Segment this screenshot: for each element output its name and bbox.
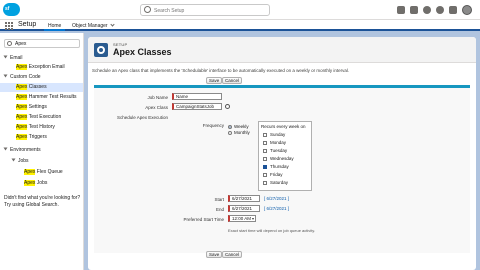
global-header: sf [0,0,480,20]
save-button-top[interactable]: Save [206,77,223,84]
global-search[interactable] [140,4,270,16]
apex-class-input[interactable]: CampaignStatsJob [172,103,222,110]
sidebar-group-custom-code[interactable]: Custom Code [0,73,83,82]
chevron-down-icon [3,55,8,59]
search-icon [7,41,12,46]
page-header: SETUP Apex Classes [88,37,476,63]
sidebar-group-environments[interactable]: Environments [0,146,83,155]
header-icons [397,5,472,15]
day-tuesday[interactable]: Tuesday [263,148,287,153]
day-sunday[interactable]: Sunday [263,132,285,137]
help-icon[interactable] [423,6,431,14]
job-name-label: Job Name [147,95,168,100]
chevron-down-icon [3,147,8,151]
avatar[interactable] [462,5,472,15]
chevron-down-icon [3,74,8,78]
sidebar-group-jobs[interactable]: Jobs [0,157,83,166]
nav-bar: Setup Home Object Manager [0,20,480,31]
frequency-monthly-option[interactable]: Monthly [228,130,250,135]
bell-icon[interactable] [449,6,457,14]
schedule-section-label: Schedule Apex Execution [116,115,168,120]
sidebar-item-apex-test-execution[interactable]: Apex Test Execution [0,113,83,122]
sidebar-help-text: Didn't find what you're looking for? Try… [4,195,82,209]
sidebar-item-apex-jobs[interactable]: Apex Jobs [0,179,83,188]
end-label: End [215,207,224,212]
quick-find-input[interactable]: Apex [4,39,80,48]
checkbox-tuesday[interactable] [263,148,267,153]
lookup-icon[interactable] [225,104,230,109]
sidebar-item-apex-test-history[interactable]: Apex Test History [0,123,83,132]
preferred-start-select[interactable]: 12:00 AM [228,215,256,222]
main-panel: SETUP Apex Classes Schedule an Apex clas… [88,37,476,270]
tab-object-manager-label: Object Manager [72,23,108,29]
end-date-today-link[interactable]: [ 6/27/2021 ] [264,206,289,211]
start-date-today-link[interactable]: [ 6/27/2021 ] [264,196,289,201]
quick-find-value: Apex [15,41,27,47]
apex-class-label: Apex Class [145,105,168,110]
chevron-down-icon [109,22,115,27]
tab-home[interactable]: Home [44,20,66,31]
apex-classes-icon [94,43,108,57]
page-intro: Schedule an Apex class that implements t… [92,68,350,73]
checkbox-monday[interactable] [263,140,267,145]
save-button-bottom[interactable]: Save [206,251,223,258]
favorites-icon[interactable] [397,6,405,14]
preferred-start-label: Preferred Start Time [183,217,224,222]
frequency-label: Frequency [202,123,224,128]
global-search-input[interactable] [154,6,264,15]
app-launcher-icon[interactable] [5,22,13,30]
cancel-button-bottom[interactable]: Cancel [222,251,243,258]
start-label: Start [214,197,224,202]
global-search-link[interactable]: Try using Global Search. [4,202,82,209]
job-name-input[interactable]: Name [172,93,222,100]
sidebar-group-email[interactable]: Email [0,54,83,63]
day-thursday[interactable]: Thursday [263,164,289,169]
end-date-input[interactable]: 6/27/2021 [228,205,260,212]
app-name: Setup [18,21,37,28]
checkbox-friday[interactable] [263,172,267,177]
setup-sidebar: Apex Email Apex Exception Email Custom C… [0,33,84,270]
radio-weekly[interactable] [228,124,232,129]
checkbox-sunday[interactable] [263,132,267,137]
gear-icon[interactable] [436,6,444,14]
sidebar-item-apex-flex-queue[interactable]: Apex Flex Queue [0,168,83,177]
page-title: Apex Classes [113,47,172,57]
checkbox-saturday[interactable] [263,180,267,185]
chevron-down-icon [252,218,254,220]
checkbox-wednesday[interactable] [263,156,267,161]
sidebar-item-apex-settings[interactable]: Apex Settings [0,103,83,112]
search-icon [144,6,151,13]
sidebar-item-apex-triggers[interactable]: Apex Triggers [0,133,83,142]
start-time-note: Exact start time will depend on job queu… [228,228,316,233]
sidebar-item-apex-exception-email[interactable]: Apex Exception Email [0,63,83,72]
recurs-label: Recurs every week on [261,124,306,129]
radio-monthly[interactable] [228,130,232,135]
sidebar-item-apex-classes[interactable]: Apex Classes [0,83,83,92]
tab-home-label: Home [48,23,62,29]
frequency-weekly-option[interactable]: Weekly [228,124,249,129]
schedule-form: Job Name Name Apex Class CampaignStatsJo… [94,85,470,253]
add-icon[interactable] [410,6,418,14]
day-monday[interactable]: Monday [263,140,286,145]
tab-object-manager[interactable]: Object Manager [68,20,118,31]
day-saturday[interactable]: Saturday [263,180,288,185]
day-wednesday[interactable]: Wednesday [263,156,294,161]
weekly-days-panel: Recurs every week on Sunday Monday Tuesd… [258,121,312,191]
cancel-button-top[interactable]: Cancel [222,77,243,84]
logo-text: sf [5,6,10,12]
start-date-input[interactable]: 6/27/2021 [228,195,260,202]
sidebar-item-apex-hammer-test-results[interactable]: Apex Hammer Test Results [0,93,83,102]
day-friday[interactable]: Friday [263,172,283,177]
checkbox-thursday[interactable] [263,164,267,169]
chevron-down-icon [11,158,16,162]
salesforce-logo[interactable]: sf [3,3,20,16]
